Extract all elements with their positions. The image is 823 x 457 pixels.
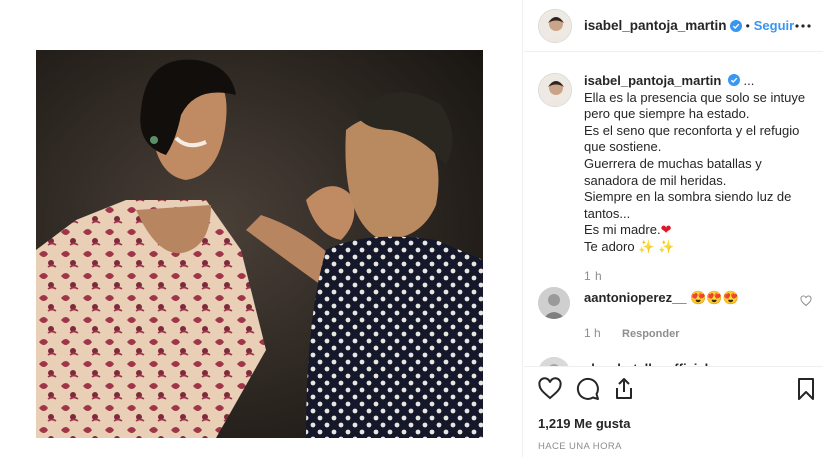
caption-header: isabel_pantoja_martin ... bbox=[584, 73, 808, 90]
caption-line: Es el seno que reconforta y el refugio q… bbox=[584, 122, 800, 155]
caption-timestamp[interactable]: 1 h bbox=[584, 268, 808, 285]
reply-button[interactable]: Responder bbox=[622, 328, 679, 340]
sparkles-emoji: ✨ ✨ bbox=[638, 238, 675, 254]
caption-line-text: Te adoro bbox=[584, 238, 635, 254]
post-header: isabel_pantoja_martin • Seguir bbox=[524, 0, 823, 52]
action-icons bbox=[538, 377, 814, 401]
post-caption: isabel_pantoja_martin ... Ella es la pre… bbox=[538, 73, 808, 284]
verified-badge-icon bbox=[727, 74, 740, 86]
heart-emoji: ❤ bbox=[660, 222, 672, 238]
comments-section[interactable]: isabel_pantoja_martin ... Ella es la pre… bbox=[524, 53, 823, 366]
photo-illustration bbox=[36, 50, 483, 438]
author-username[interactable]: isabel_pantoja_martin bbox=[584, 18, 727, 33]
post-photo[interactable] bbox=[36, 50, 483, 438]
caption-line: Ella es la presencia que solo se intuye … bbox=[584, 89, 806, 122]
post-media-panel bbox=[0, 0, 523, 457]
post-timestamp[interactable]: HACE UNA HORA bbox=[538, 441, 809, 452]
commenter-avatar[interactable] bbox=[538, 357, 570, 366]
caption-avatar[interactable] bbox=[538, 73, 572, 107]
save-bookmark-icon[interactable] bbox=[794, 377, 818, 401]
comment-icon[interactable] bbox=[576, 377, 600, 401]
more-options-icon[interactable] bbox=[795, 18, 811, 34]
caption-line-text: Es mi madre. bbox=[584, 222, 661, 238]
caption-username[interactable]: isabel_pantoja_martin bbox=[584, 73, 721, 88]
comment-meta: 1 h Responder bbox=[584, 326, 808, 340]
comment-timestamp[interactable]: 1 h bbox=[584, 326, 601, 340]
likes-count[interactable]: 1,219 Me gusta bbox=[538, 416, 809, 431]
caption-line-adoro: Te adoro ✨ ✨ bbox=[584, 239, 808, 256]
share-icon[interactable] bbox=[612, 377, 636, 401]
post-actions: 1,219 Me gusta HACE UNA HORA bbox=[524, 366, 823, 452]
like-heart-icon[interactable] bbox=[538, 377, 562, 401]
author-avatar[interactable] bbox=[538, 8, 572, 43]
post-details-panel: isabel_pantoja_martin • Seguir isabel_pa… bbox=[524, 0, 823, 457]
caption-ellipsis: ... bbox=[743, 73, 755, 88]
caption-line: Guerrera de muchas batallas y sanadora d… bbox=[584, 155, 762, 188]
caption-line-mother: Es mi madre.❤ bbox=[584, 222, 808, 239]
caption-line: Siempre en la sombra siendo luz de tanto… bbox=[584, 189, 792, 221]
comment-item: churrbotella_official bbox=[538, 355, 808, 366]
comment-item: aantonioperez__ 😍😍😍 1 h Responder bbox=[538, 287, 812, 340]
comment-like-heart-icon[interactable] bbox=[800, 295, 812, 307]
commenter-username[interactable]: aantonioperez__ bbox=[584, 290, 687, 305]
follow-button[interactable]: Seguir bbox=[754, 18, 794, 33]
commenter-avatar[interactable] bbox=[538, 287, 570, 319]
verified-badge-icon bbox=[729, 19, 742, 32]
separator-dot: • bbox=[745, 18, 750, 33]
comment-text: 😍😍😍 bbox=[690, 290, 739, 305]
